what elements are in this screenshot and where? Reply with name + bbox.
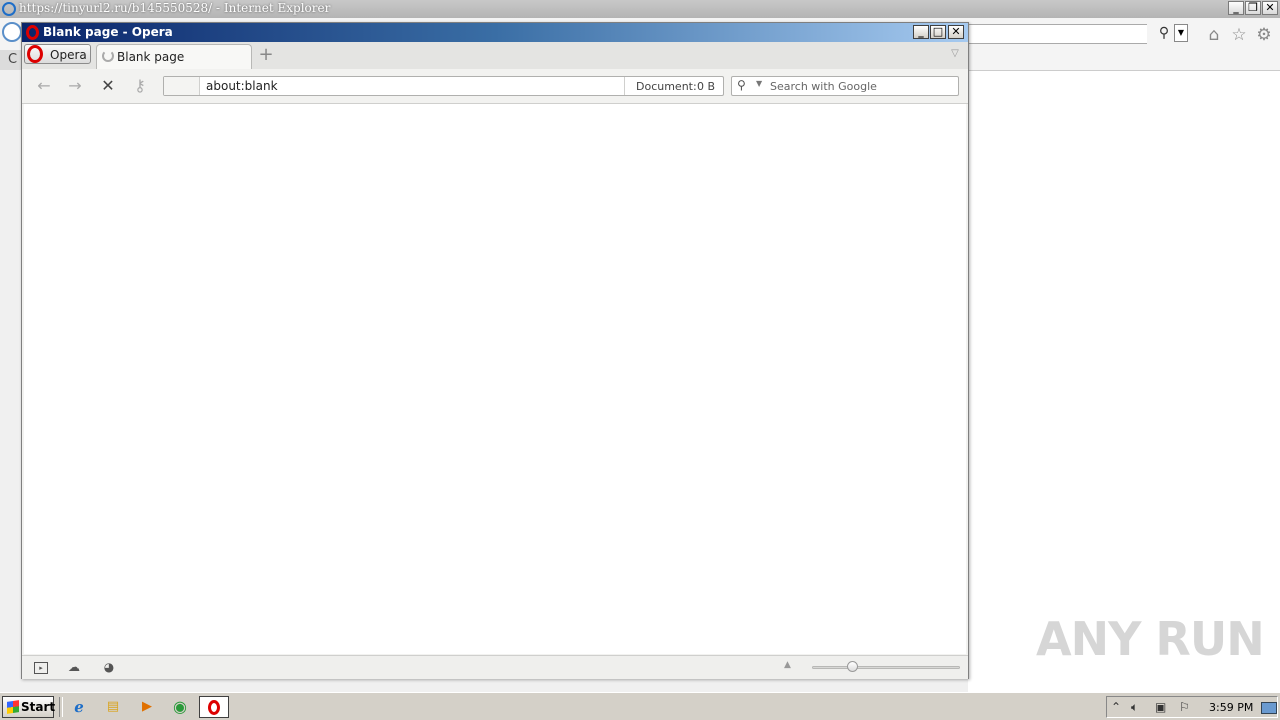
opera-menu-button[interactable]: Opera bbox=[24, 44, 91, 64]
opera-window-title: Blank page - Opera bbox=[43, 25, 173, 39]
tab-label: Blank page bbox=[117, 50, 185, 64]
opera-window: Blank page - Opera _ □ ✕ Opera Blank pag… bbox=[21, 22, 969, 679]
forward-arrow-icon[interactable]: → bbox=[64, 76, 86, 96]
new-tab-button[interactable]: + bbox=[258, 46, 274, 64]
show-hidden-icons-chevron-icon[interactable]: ⌃ bbox=[1111, 700, 1121, 714]
file-explorer-icon[interactable]: ▤ bbox=[98, 696, 128, 718]
opera-menu-label: Opera bbox=[50, 48, 87, 62]
opera-logo-icon bbox=[26, 25, 39, 40]
taskbar-separator bbox=[59, 697, 63, 717]
clock[interactable]: 3:59 PM bbox=[1209, 701, 1253, 714]
stop-icon[interactable]: ✕ bbox=[97, 76, 119, 96]
document-label: Document: bbox=[636, 80, 697, 93]
zoom-slider-track[interactable] bbox=[812, 666, 960, 669]
start-button[interactable]: Start bbox=[2, 696, 56, 718]
opera-tab-strip: Opera Blank page + ▽ bbox=[22, 42, 968, 70]
search-icon[interactable]: ⚲ bbox=[737, 78, 746, 92]
cloud-icon[interactable]: ☁ bbox=[67, 660, 81, 674]
search-field[interactable]: ⚲ ▼ bbox=[731, 76, 959, 96]
volume-icon[interactable]: 🔈︎ bbox=[1131, 700, 1138, 715]
key-icon[interactable]: ⚷ bbox=[129, 76, 151, 96]
opera-title-bar: Blank page - Opera _ □ ✕ bbox=[22, 23, 968, 42]
windows-logo-icon bbox=[7, 700, 19, 714]
action-center-flag-icon[interactable]: ⚐ bbox=[1179, 700, 1190, 714]
chrome-icon[interactable]: ◉ bbox=[165, 696, 195, 718]
ie-tab-partial[interactable]: C bbox=[0, 50, 22, 70]
zoom-slider-handle[interactable] bbox=[847, 661, 858, 672]
gear-icon[interactable]: ⚙ bbox=[1255, 26, 1273, 44]
back-arrow-icon[interactable]: ← bbox=[33, 76, 55, 96]
home-icon[interactable]: ⌂ bbox=[1205, 26, 1223, 44]
tab-list-chevron-icon[interactable]: ▽ bbox=[948, 48, 962, 62]
loading-spinner-icon bbox=[102, 50, 114, 62]
address-bar[interactable]: about:blank Document: 0 B bbox=[163, 76, 724, 96]
ie-address-dropdown-button[interactable]: ▼ bbox=[1174, 24, 1188, 42]
opera-status-bar: ▸ ☁ ◕ ▲ bbox=[22, 655, 968, 679]
document-size-value: 0 B bbox=[697, 80, 716, 93]
page-content bbox=[24, 104, 966, 654]
ie-minimize-button[interactable]: _ bbox=[1228, 1, 1244, 15]
network-icon[interactable]: ▣ bbox=[1155, 700, 1166, 714]
address-security-badge[interactable] bbox=[164, 77, 200, 95]
ie-close-button[interactable]: ✕ bbox=[1262, 1, 1278, 15]
opera-minimize-button[interactable]: _ bbox=[913, 25, 929, 39]
ie-address-bar[interactable] bbox=[968, 24, 1147, 44]
start-label: Start bbox=[21, 700, 56, 714]
ie-back-button[interactable] bbox=[2, 22, 22, 42]
star-icon[interactable]: ☆ bbox=[1230, 26, 1248, 44]
media-player-icon[interactable]: ▶ bbox=[132, 696, 162, 718]
speed-dial-icon[interactable]: ◕ bbox=[102, 660, 116, 674]
anyrun-watermark: ANY RUN bbox=[1036, 612, 1265, 666]
internet-explorer-icon[interactable]: ℯ bbox=[64, 696, 94, 718]
search-icon[interactable]: ⚲ bbox=[1154, 24, 1174, 42]
taskbar: Start ℯ ▤ ▶ ◉ ⌃ 🔈︎ ▣ ⚐ 3:59 PM bbox=[0, 692, 1280, 720]
ie-restore-button[interactable]: ❐ bbox=[1245, 1, 1261, 15]
ie-title-bar: https://tinyurl2.ru/b145550528/ - Intern… bbox=[0, 0, 1280, 18]
search-engine-dropdown-icon[interactable]: ▼ bbox=[756, 79, 762, 88]
opera-taskbar-button[interactable] bbox=[199, 696, 229, 718]
address-text[interactable]: about:blank bbox=[206, 79, 278, 93]
opera-logo-icon bbox=[27, 45, 43, 63]
system-tray: ⌃ 🔈︎ ▣ ⚐ 3:59 PM bbox=[1106, 696, 1278, 718]
panel-toggle-icon[interactable]: ▸ bbox=[34, 662, 48, 674]
internet-explorer-icon bbox=[2, 2, 16, 16]
search-input[interactable] bbox=[770, 77, 956, 95]
document-size-info: Document: 0 B bbox=[624, 77, 725, 95]
show-desktop-icon[interactable] bbox=[1261, 702, 1277, 714]
zoom-up-icon[interactable]: ▲ bbox=[784, 660, 791, 670]
opera-icon bbox=[208, 700, 220, 715]
opera-close-button[interactable]: ✕ bbox=[948, 25, 964, 39]
ie-window-title: https://tinyurl2.ru/b145550528/ - Intern… bbox=[19, 1, 331, 15]
opera-navigation-bar: ← → ✕ ⚷ about:blank Document: 0 B ⚲ ▼ bbox=[22, 69, 968, 104]
ie-page-content bbox=[968, 70, 1280, 693]
tab-blank-page[interactable]: Blank page bbox=[96, 44, 252, 70]
opera-maximize-button[interactable]: □ bbox=[930, 25, 946, 39]
